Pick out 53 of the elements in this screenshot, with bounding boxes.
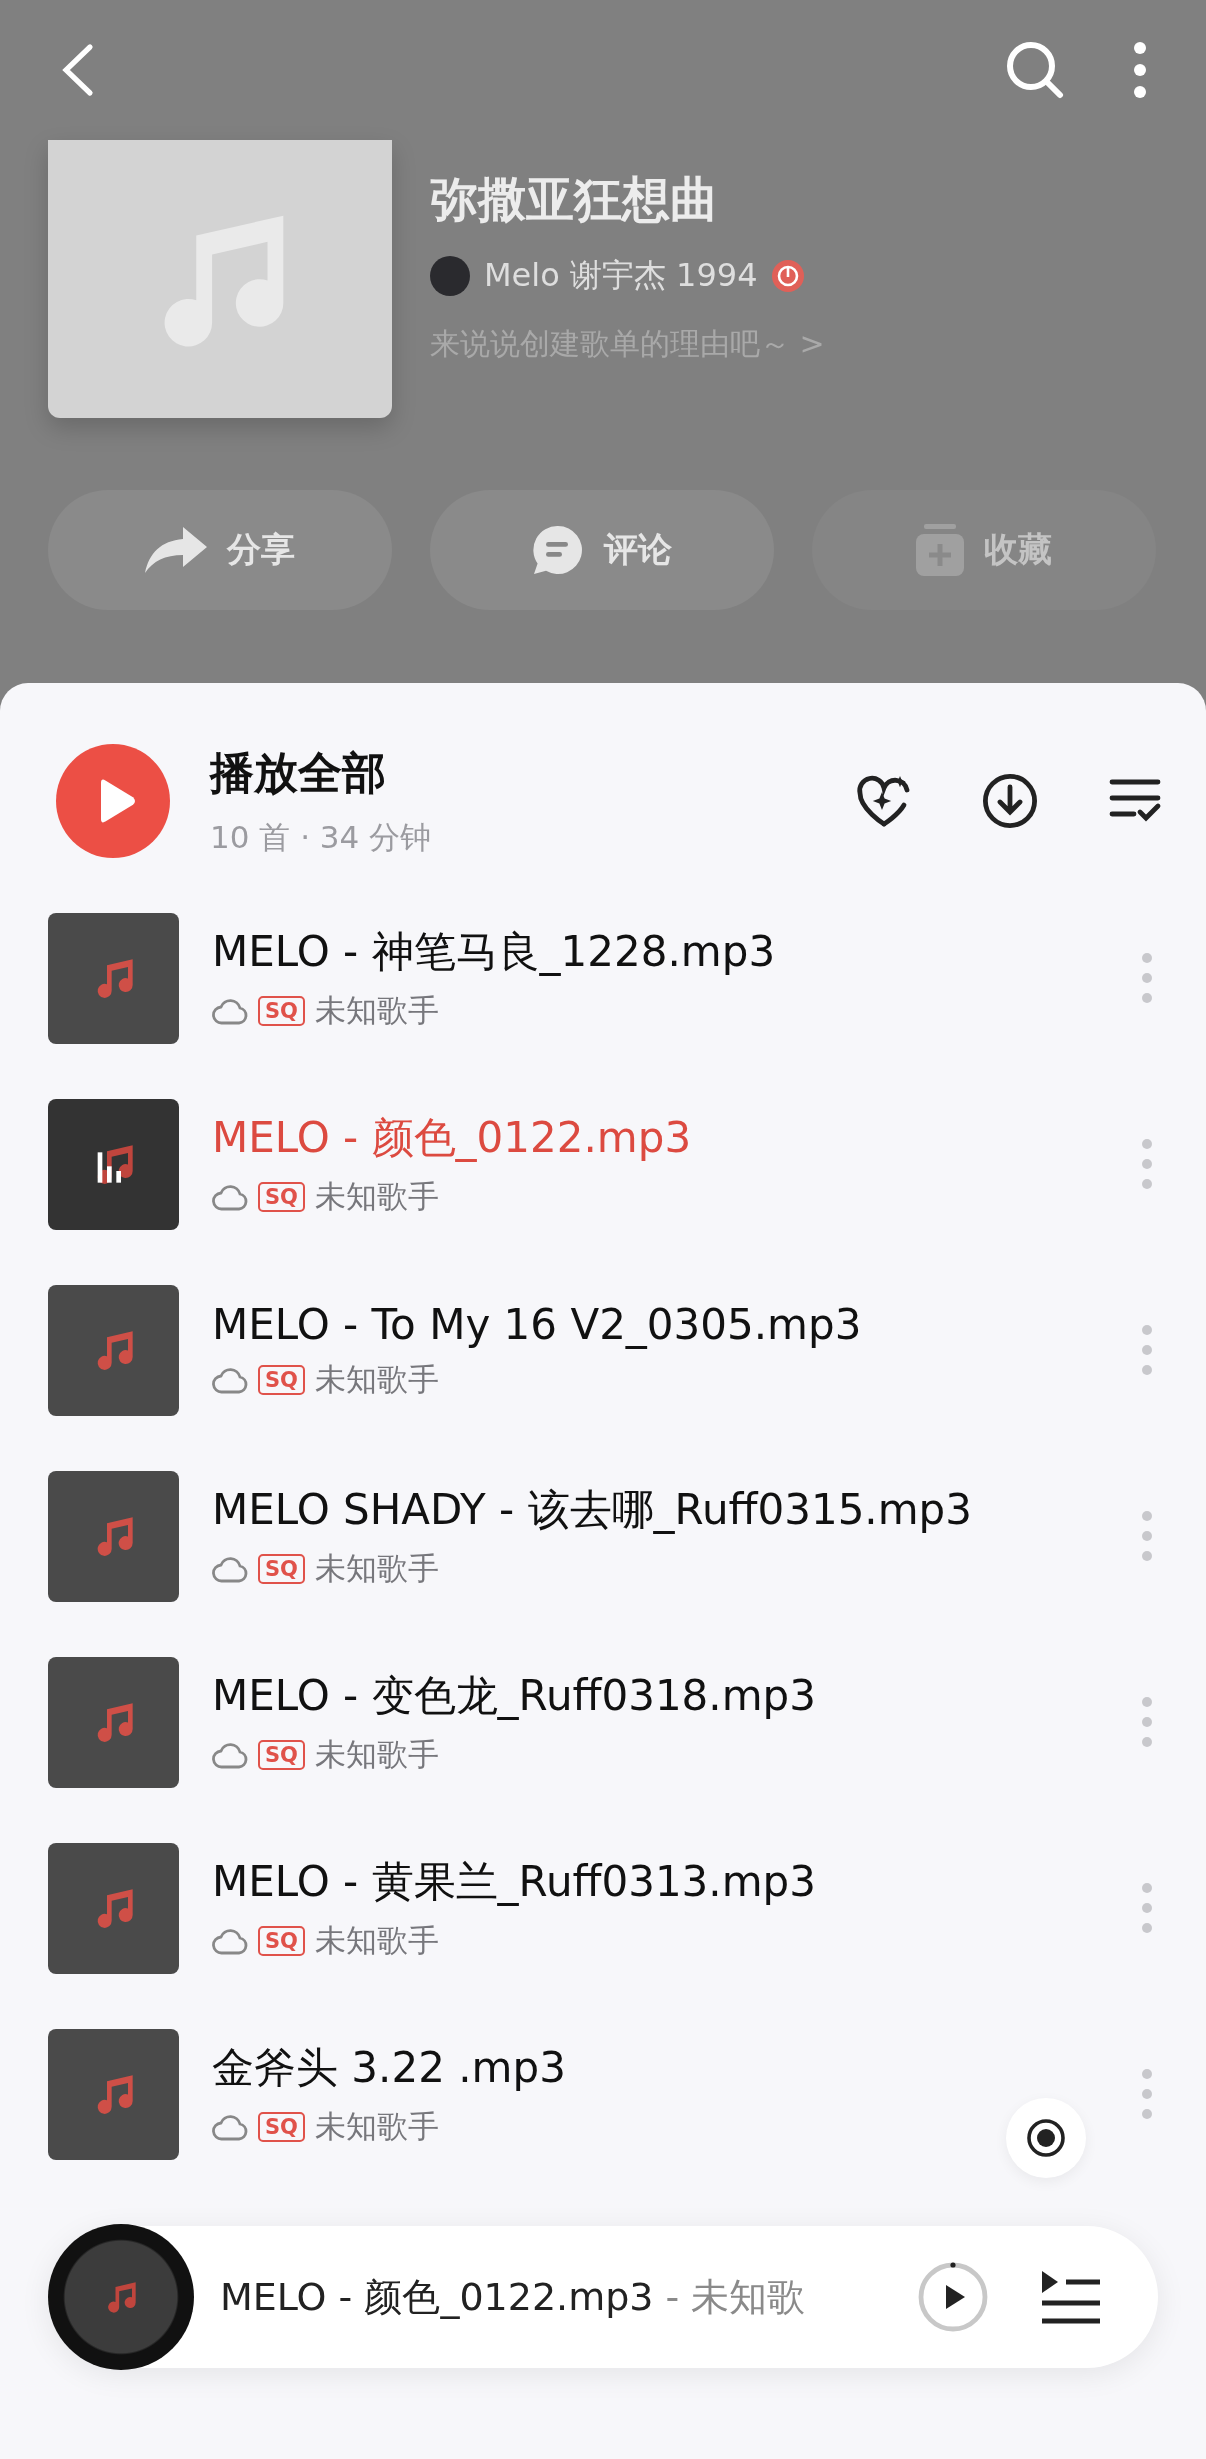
song-title: MELO SHADY - 该去哪_Ruff0315.mp3 xyxy=(212,1484,972,1536)
song-artist: 未知歌手 xyxy=(315,1359,439,1399)
play-button[interactable] xyxy=(918,2262,988,2332)
song-row[interactable]: MELO - 颜色_0122.mp3 SQ 未知歌手 xyxy=(0,1071,1206,1257)
song-title: MELO - 变色龙_Ruff0318.mp3 xyxy=(212,1670,816,1722)
song-title: MELO - 神笔马良_1228.mp3 xyxy=(212,926,776,978)
quality-badge: SQ xyxy=(258,1554,305,1584)
cloud-icon xyxy=(212,1927,248,1955)
cloud-icon xyxy=(212,1741,248,1769)
quality-badge: SQ xyxy=(258,1364,305,1395)
back-icon[interactable] xyxy=(62,43,94,97)
cloud-icon xyxy=(212,1555,248,1583)
playlist-meta: 10 首 · 34 分钟 xyxy=(210,817,433,857)
quality-badge: SQ xyxy=(258,2112,305,2142)
quality-badge: SQ xyxy=(258,1740,305,1770)
song-row[interactable]: MELO - To My 16 V2_0305.mp3 SQ 未知歌手 xyxy=(0,1257,1206,1443)
song-artist: 未知歌手 xyxy=(315,1921,439,1960)
share-arrow-icon xyxy=(145,527,207,573)
song-artist: 未知歌手 xyxy=(315,1549,439,1588)
mini-player[interactable]: MELO - 颜色_0122.mp3 - 未知歌 xyxy=(48,2226,1158,2368)
song-title: MELO - 颜色_0122.mp3 xyxy=(212,1112,692,1164)
playlist-title: 弥撒亚狂想曲 xyxy=(430,170,719,229)
song-artist: 未知歌手 xyxy=(315,991,439,1030)
song-row[interactable]: 金斧头 3.22 .mp3 SQ 未知歌手 xyxy=(0,2001,1206,2187)
target-icon xyxy=(1026,2118,1066,2158)
cloud-icon xyxy=(212,2113,248,2141)
song-row[interactable]: MELO - 黄果兰_Ruff0313.mp3 SQ 未知歌手 xyxy=(0,1815,1206,2001)
song-artist: 未知歌手 xyxy=(315,1735,439,1774)
now-playing-title: MELO - 颜色_0122.mp3 xyxy=(220,2273,654,2321)
song-row[interactable]: MELO - 神笔马良_1228.mp3 SQ 未知歌手 xyxy=(0,885,1206,1071)
add-folder-icon xyxy=(916,524,964,576)
now-playing-artist: - 未知歌 xyxy=(665,2273,806,2321)
play-all-label[interactable]: 播放全部 xyxy=(210,743,786,803)
song-title: 金斧头 3.22 .mp3 xyxy=(212,2042,566,2094)
song-artist: 未知歌手 xyxy=(315,1177,439,1216)
quality-badge: SQ xyxy=(258,1182,305,1212)
cloud-icon xyxy=(212,1183,248,1211)
more-icon[interactable] xyxy=(1134,42,1146,98)
cloud-icon xyxy=(212,1365,248,1394)
owner-avatar[interactable] xyxy=(430,256,470,296)
comment-icon xyxy=(532,524,584,576)
heart-sparkle-icon[interactable] xyxy=(856,774,912,828)
cloud-icon xyxy=(212,997,248,1025)
multi-select-icon[interactable] xyxy=(1108,778,1162,824)
song-title: MELO - 黄果兰_Ruff0313.mp3 xyxy=(212,1856,816,1908)
song-title: MELO - To My 16 V2_0305.mp3 xyxy=(212,1299,862,1349)
song-row[interactable]: MELO SHADY - 该去哪_Ruff0315.mp3 SQ 未知歌手 xyxy=(0,1443,1206,1629)
song-artist: 未知歌手 xyxy=(315,2107,439,2146)
quality-badge: SQ xyxy=(258,1926,305,1956)
song-row[interactable]: MELO - 变色龙_Ruff0318.mp3 SQ 未知歌手 xyxy=(0,1629,1206,1815)
quality-badge: SQ xyxy=(258,996,305,1026)
search-icon[interactable] xyxy=(1006,41,1064,99)
download-icon[interactable] xyxy=(982,773,1038,829)
